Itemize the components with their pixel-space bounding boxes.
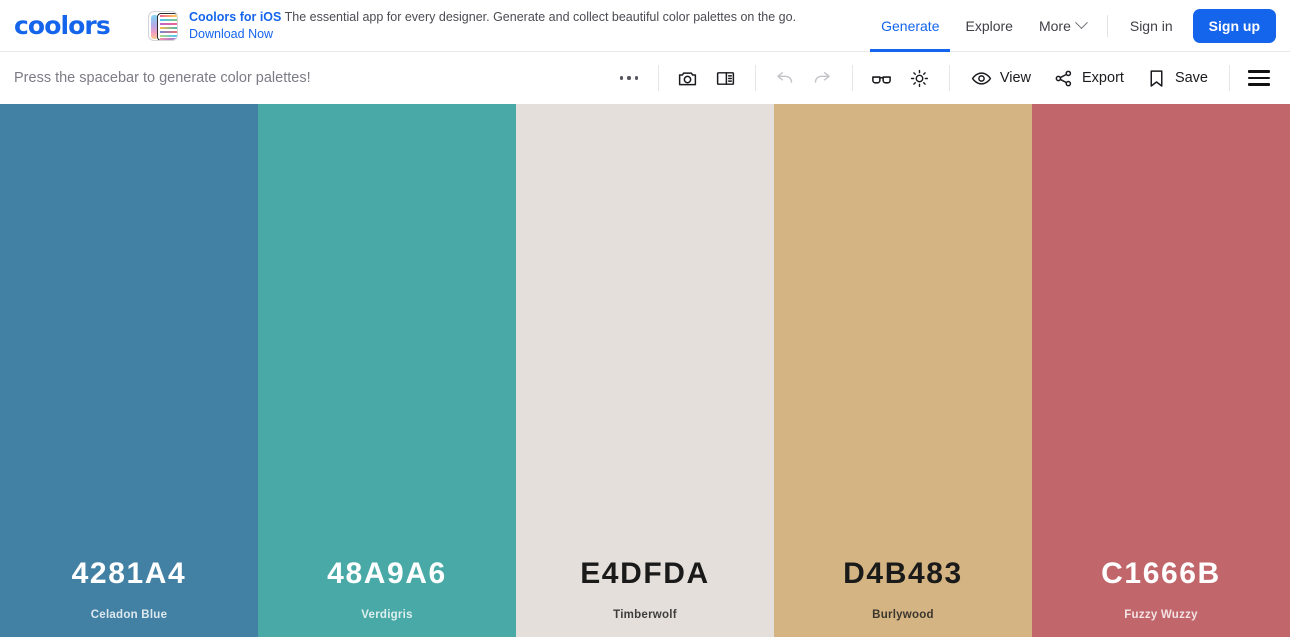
- coolors-logo[interactable]: coolors: [0, 13, 148, 38]
- redo-icon[interactable]: [804, 52, 842, 104]
- ios-app-promo-banner[interactable]: Coolors for iOS The essential app for ev…: [148, 9, 868, 42]
- undo-icon[interactable]: [766, 52, 804, 104]
- nav-item-more[interactable]: More: [1026, 0, 1099, 52]
- ios-app-icon: [148, 10, 178, 41]
- sign-up-button[interactable]: Sign up: [1192, 8, 1276, 43]
- promo-description: The essential app for every designer. Ge…: [284, 10, 797, 24]
- layout-panel-icon[interactable]: [707, 52, 745, 104]
- promo-text-block: Coolors for iOS The essential app for ev…: [189, 9, 848, 42]
- spacebar-hint: Press the spacebar to generate color pal…: [14, 70, 311, 86]
- color-swatch-3[interactable]: E4DFDA Timberwolf: [516, 104, 774, 637]
- nav-explore-label: Explore: [965, 17, 1013, 34]
- swatch-color-name: Fuzzy Wuzzy: [1124, 609, 1198, 621]
- swatch-hex[interactable]: 4281A4: [72, 559, 187, 589]
- logo-text: coolors: [14, 11, 111, 40]
- eye-icon: [971, 71, 992, 85]
- nav-item-explore[interactable]: Explore: [952, 0, 1025, 52]
- view-button[interactable]: View: [960, 52, 1042, 104]
- color-swatch-1[interactable]: 4281A4 Celadon Blue: [0, 104, 258, 637]
- main-nav: Generate Explore More Sign in Sign up: [868, 0, 1290, 52]
- swatch-color-name: Burlywood: [872, 609, 934, 621]
- share-icon: [1055, 70, 1072, 86]
- toolbar-divider: [1229, 65, 1230, 91]
- toolbar-actions: View Export Save: [610, 52, 1290, 104]
- export-button[interactable]: Export: [1042, 52, 1135, 104]
- color-swatch-4[interactable]: D4B483 Burlywood: [774, 104, 1032, 637]
- nav-generate-label: Generate: [881, 17, 940, 34]
- export-label: Export: [1082, 70, 1124, 86]
- toolbar-divider: [948, 65, 950, 91]
- nav-item-generate[interactable]: Generate: [868, 0, 952, 52]
- nav-divider: [1106, 14, 1108, 37]
- swatch-hex[interactable]: 48A9A6: [327, 559, 447, 589]
- bookmark-icon: [1150, 69, 1163, 87]
- hamburger-menu-icon[interactable]: [1240, 52, 1278, 104]
- more-options-icon[interactable]: [610, 52, 648, 104]
- chevron-down-icon: [1074, 16, 1088, 30]
- toolbar-divider: [657, 65, 659, 91]
- promo-title: Coolors for iOS: [189, 10, 282, 24]
- color-swatch-2[interactable]: 48A9A6 Verdigris: [258, 104, 516, 637]
- site-header: coolors Coolors for iOS The essential ap…: [0, 0, 1290, 52]
- swatch-hex[interactable]: D4B483: [843, 559, 963, 589]
- save-button[interactable]: Save: [1135, 52, 1219, 104]
- view-label: View: [999, 70, 1032, 86]
- color-palette: 4281A4 Celadon Blue 48A9A6 Verdigris E4D…: [0, 104, 1290, 637]
- swatch-color-name: Verdigris: [361, 609, 413, 621]
- colorblind-glasses-icon[interactable]: [863, 52, 901, 104]
- nav-more-label: More: [1038, 17, 1071, 34]
- camera-icon[interactable]: [669, 52, 707, 104]
- swatch-color-name: Celadon Blue: [90, 609, 168, 621]
- sign-in-link[interactable]: Sign in: [1116, 18, 1187, 34]
- toolbar-divider: [851, 65, 853, 91]
- swatch-hex[interactable]: E4DFDA: [580, 559, 710, 589]
- color-swatch-5[interactable]: C1666B Fuzzy Wuzzy: [1032, 104, 1290, 637]
- adjust-brightness-icon[interactable]: [901, 52, 939, 104]
- generator-toolbar: Press the spacebar to generate color pal…: [0, 52, 1290, 104]
- swatch-hex[interactable]: C1666B: [1101, 559, 1221, 589]
- download-now-link[interactable]: Download Now: [189, 27, 273, 41]
- swatch-color-name: Timberwolf: [613, 609, 677, 621]
- save-label: Save: [1174, 70, 1208, 86]
- toolbar-divider: [754, 65, 756, 91]
